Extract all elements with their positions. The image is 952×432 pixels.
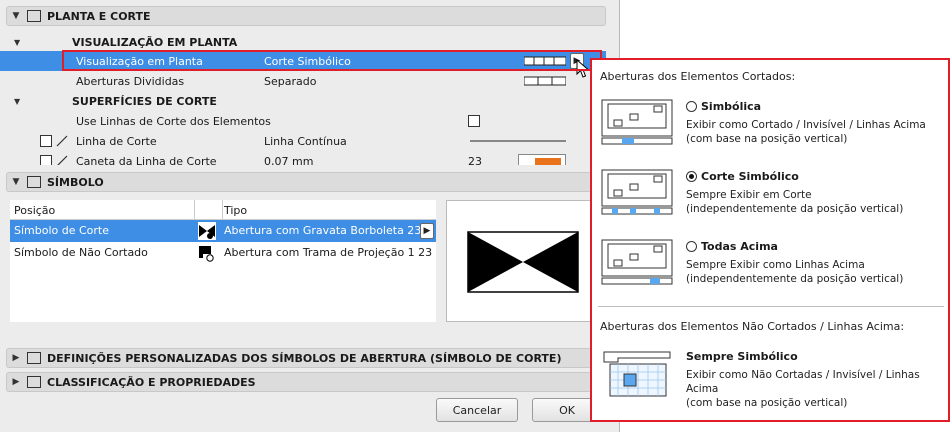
collapse-triangle-icon[interactable]: ▼ (7, 177, 25, 187)
position-label: Símbolo de Corte (14, 224, 110, 237)
cancel-button[interactable]: Cancelar (436, 398, 518, 422)
always-symbolic-thumbnail[interactable] (600, 346, 674, 398)
row-aberturas-divididas[interactable]: Aberturas Divididas Separado (0, 71, 606, 91)
option-label: Corte Simbólico (701, 170, 799, 183)
symbol-list-header: Posição Tipo (10, 200, 436, 220)
option-desc: (com base na posição vertical) (686, 397, 848, 409)
subheader-label: VISUALIZAÇÃO EM PLANTA (72, 35, 238, 49)
radio-button[interactable] (686, 101, 697, 112)
section-header-planta-corte[interactable]: ▼ PLANTA E CORTE (6, 6, 606, 26)
option-desc: Sempre Exibir em Corte (686, 189, 812, 201)
option-desc: Acima (686, 383, 719, 395)
type-label: Abertura com Trama de Projeção 1 23 (224, 246, 433, 259)
option-desc: (independentemente da posição vertical) (686, 203, 904, 215)
row-value: 0,07 mm (264, 155, 314, 165)
row-visualizacao-em-planta[interactable]: Visualização em Planta Corte Simbólico ▶ (0, 51, 606, 78)
line-slash-icon (56, 135, 68, 147)
subheader-visualizacao[interactable]: ▼ VISUALIZAÇÃO EM PLANTA (0, 32, 606, 52)
radio-todas-acima[interactable]: Todas Acima (686, 240, 778, 253)
section-title: SÍMBOLO (47, 175, 104, 189)
type-picker-arrow-button[interactable]: ▶ (420, 223, 434, 239)
door-window-settings-dialog: ▼ PLANTA E CORTE ▼ VISUALIZAÇÃO EM PLANT… (0, 0, 620, 432)
section-title: DEFINIÇÕES PERSONALIZADAS DOS SÍMBOLOS D… (47, 351, 562, 365)
bowtie-symbol-preview (467, 231, 579, 293)
radio-button[interactable] (686, 241, 697, 252)
subheader-superficies[interactable]: ▼ SUPERFÍCIES DE CORTE (0, 91, 606, 111)
section-title: CLASSIFICAÇÃO E PROPRIEDADES (47, 375, 256, 389)
row-label: Linha de Corte (76, 134, 157, 148)
uncut-option-label: Sempre Simbólico (686, 350, 798, 363)
plan-display-popup: Aberturas dos Elementos Cortados: Simból… (590, 58, 950, 422)
link-checkbox[interactable] (40, 135, 52, 147)
column-header-posicao: Posição (14, 204, 56, 217)
symbol-list: Posição Tipo Símbolo de Corte Abertura c… (10, 200, 436, 322)
row-label: Aberturas Divididas (76, 74, 185, 88)
expand-triangle-icon[interactable]: ▶ (7, 353, 25, 363)
row-label: Visualização em Planta (76, 54, 203, 68)
list-item[interactable]: Símbolo de Não Cortado Abertura com Tram… (10, 242, 436, 264)
position-label: Símbolo de Não Cortado (14, 246, 148, 259)
document-icon (27, 376, 41, 388)
row-use-linhas-corte[interactable]: Use Linhas de Corte dos Elementos (0, 111, 606, 131)
row-value: Linha Contínua (264, 134, 347, 148)
custom-symbol-icon (27, 352, 41, 364)
link-checkbox[interactable] (40, 155, 52, 165)
radio-simbolica[interactable]: Simbólica (686, 100, 761, 113)
split-opening-icon (524, 76, 566, 86)
radio-corte-simbolico[interactable]: Corte Simbólico (686, 170, 799, 183)
uncut-symbol-icon (199, 246, 214, 262)
option-desc: (independentemente da posição vertical) (686, 273, 904, 285)
option-desc: Exibir como Cortado / Invisível / Linhas… (686, 119, 926, 131)
row-value: Separado (264, 74, 317, 88)
option-label: Simbólica (701, 100, 762, 113)
pen-number: 23 (468, 155, 482, 165)
symbolic-cut-option-thumbnail[interactable] (600, 166, 674, 218)
symbol-icon (27, 176, 41, 188)
radio-button-selected[interactable] (686, 171, 697, 182)
subheader-label: SUPERFÍCIES DE CORTE (72, 94, 217, 108)
symbolic-option-thumbnail[interactable] (600, 96, 674, 148)
pen-color-swatch[interactable] (518, 154, 566, 165)
row-caneta-linha-corte[interactable]: Caneta da Linha de Corte 0,07 mm 23 (0, 151, 606, 165)
expand-triangle-icon[interactable]: ▶ (7, 377, 25, 387)
use-cut-lines-checkbox[interactable] (468, 115, 480, 127)
popup-section-title-uncut: Aberturas dos Elementos Não Cortados / L… (600, 320, 905, 333)
popup-divider (598, 306, 944, 307)
type-label: Abertura com Gravata Borboleta 23 (224, 224, 422, 237)
row-value: Corte Simbólico (264, 54, 351, 68)
section-header-simbolo[interactable]: ▼ SÍMBOLO (6, 172, 606, 192)
row-label: Caneta da Linha de Corte (76, 155, 217, 165)
cut-symbol-icon (198, 222, 216, 240)
section-header-classificacao[interactable]: ▶ CLASSIFICAÇÃO E PROPRIEDADES (6, 372, 606, 392)
all-above-option-thumbnail[interactable] (600, 236, 674, 288)
collapse-triangle-icon[interactable]: ▼ (14, 97, 20, 106)
collapse-triangle-icon[interactable]: ▼ (7, 11, 25, 21)
option-label: Todas Acima (701, 240, 778, 253)
list-item[interactable]: Símbolo de Corte Abertura com Gravata Bo… (10, 220, 436, 242)
cut-symbol-preview-icon (524, 56, 566, 66)
option-desc: Sempre Exibir como Linhas Acima (686, 259, 865, 271)
collapse-triangle-icon[interactable]: ▼ (14, 38, 20, 47)
floor-plan-icon (27, 10, 41, 22)
section-header-definicoes[interactable]: ▶ DEFINIÇÕES PERSONALIZADAS DOS SÍMBOLOS… (6, 348, 606, 368)
symbol-preview (446, 200, 602, 322)
column-header-tipo: Tipo (224, 204, 248, 217)
option-desc: (com base na posição vertical) (686, 133, 848, 145)
line-slash-icon (57, 155, 68, 165)
option-desc: Exibir como Não Cortadas / Invisível / L… (686, 369, 920, 381)
popup-section-title-cut: Aberturas dos Elementos Cortados: (600, 70, 796, 83)
section-title: PLANTA E CORTE (47, 9, 151, 23)
row-linha-corte[interactable]: Linha de Corte Linha Contínua (0, 131, 606, 151)
row-label: Use Linhas de Corte dos Elementos (76, 114, 271, 128)
solid-line-preview (470, 140, 566, 142)
